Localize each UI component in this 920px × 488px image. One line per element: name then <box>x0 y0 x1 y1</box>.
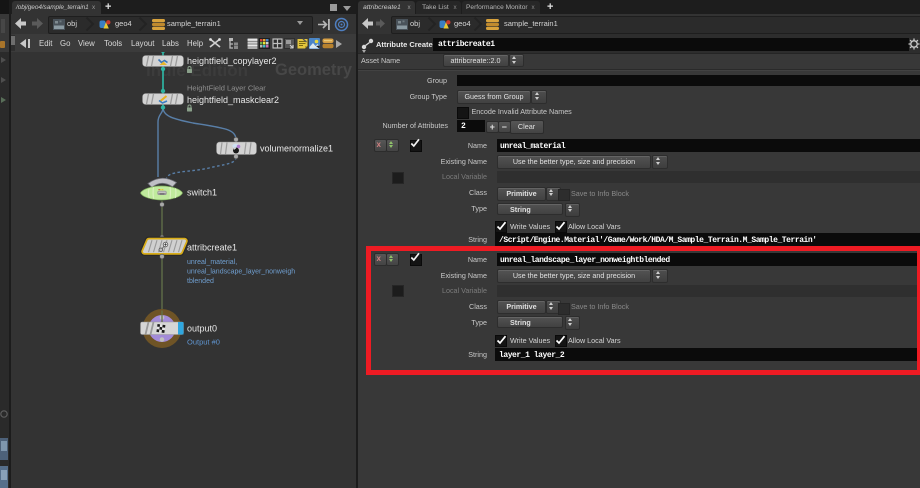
svg-text:output0: output0 <box>187 324 217 334</box>
svg-text:switch1: switch1 <box>187 188 217 198</box>
svg-text:heightfield_maskclear2: heightfield_maskclear2 <box>187 95 279 105</box>
svg-text:unreal_landscape_layer_nonweig: unreal_landscape_layer_nonweigh <box>187 269 295 276</box>
svg-text:attribcreate1: attribcreate1 <box>187 243 237 253</box>
svg-text:tblended: tblended <box>187 278 214 285</box>
svg-text:Output #0: Output #0 <box>187 338 220 347</box>
svg-text:heightfield_copylayer2: heightfield_copylayer2 <box>187 56 277 66</box>
svg-text:HeightField Layer Clear: HeightField Layer Clear <box>187 84 266 93</box>
svg-text:unreal_material,: unreal_material, <box>187 259 237 266</box>
svg-text:volumenormalize1: volumenormalize1 <box>260 144 333 154</box>
